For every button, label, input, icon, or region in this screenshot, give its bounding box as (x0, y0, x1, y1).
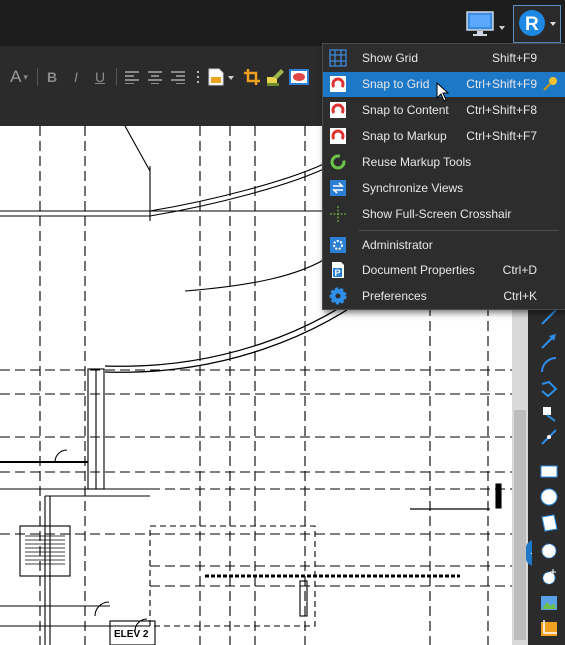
room-label: ELEV 2 (114, 629, 149, 640)
magnet-icon (329, 75, 347, 93)
menu-item-full-screen-crosshair[interactable]: Show Full-Screen Crosshair (323, 202, 565, 227)
polyline-tool[interactable] (538, 378, 560, 400)
image-stamp-button[interactable] (288, 66, 310, 88)
align-right-icon (171, 71, 185, 84)
menu-item-show-grid[interactable]: Show Grid Shift+F9 (323, 46, 565, 71)
arc-tool[interactable] (538, 354, 560, 376)
cloud-tool[interactable] (538, 540, 560, 562)
menu-item-document-properties[interactable]: P Document Properties Ctrl+D (323, 258, 565, 283)
menu-item-preferences[interactable]: Preferences Ctrl+K (323, 284, 565, 309)
crop-icon (244, 69, 260, 85)
menu-separator (359, 230, 559, 231)
dimension-icon (541, 429, 557, 445)
svg-text:R: R (525, 14, 539, 35)
highlighter-button[interactable] (264, 66, 286, 88)
monitor-dropdown-button[interactable] (463, 8, 507, 40)
arrow-icon (541, 334, 556, 349)
vertical-dots-icon (197, 71, 199, 83)
mouse-cursor-icon (436, 82, 450, 102)
pen-icon (543, 407, 556, 422)
cloud-plus-tool[interactable] (538, 566, 560, 588)
magnet-icon (329, 127, 347, 145)
toolbar-divider (37, 68, 38, 86)
menu-item-snap-to-markup[interactable]: Snap to Markup Ctrl+Shift+F7 (323, 124, 565, 149)
rectangle-icon (540, 465, 558, 478)
gear-icon (329, 287, 347, 305)
align-center-icon (148, 71, 162, 84)
document-properties-icon: P (329, 261, 347, 279)
menu-item-synchronize-views[interactable]: Synchronize Views (323, 176, 565, 201)
scrollbar-thumb[interactable] (514, 410, 526, 640)
grid-icon (329, 49, 347, 67)
svg-text:P: P (335, 268, 341, 278)
pin-icon[interactable] (541, 75, 559, 96)
menu-item-administrator[interactable]: Administrator (323, 233, 565, 258)
magnet-icon (329, 101, 347, 119)
page-icon (208, 68, 234, 86)
align-left-icon (125, 71, 139, 84)
line-icon (541, 309, 557, 325)
ellipse-tool[interactable] (538, 486, 560, 508)
cloud-icon (541, 543, 557, 559)
underline-button[interactable]: U (90, 66, 110, 88)
crop-button[interactable] (242, 66, 262, 88)
cloud-plus-icon (542, 569, 556, 585)
menu-item-reuse-markup-tools[interactable]: Reuse Markup Tools (323, 150, 565, 175)
more-options-button[interactable] (194, 66, 202, 88)
stamp-icon (289, 69, 309, 85)
page-properties-button[interactable] (205, 66, 237, 88)
crop-image-tool[interactable] (538, 618, 560, 640)
align-right-button[interactable] (168, 66, 188, 88)
arc-icon (541, 357, 557, 373)
ellipse-icon (540, 488, 558, 506)
markup-tool-strip (532, 300, 565, 645)
title-bar: R (0, 0, 565, 46)
dimension-tool[interactable] (538, 426, 560, 448)
polygon-tool[interactable] (538, 512, 560, 534)
image-icon (541, 596, 557, 610)
polygon-icon (541, 514, 558, 532)
crosshair-icon (329, 205, 347, 223)
arrow-tool[interactable] (538, 330, 560, 352)
pen-tool[interactable] (538, 402, 560, 424)
polyline-icon (541, 380, 558, 398)
image-crop-icon (541, 620, 557, 636)
admin-icon (329, 236, 347, 254)
monitor-icon (466, 11, 505, 36)
image-tool[interactable] (538, 592, 560, 614)
revu-menu-button[interactable]: R (513, 5, 561, 43)
rectangle-tool[interactable] (538, 460, 560, 482)
align-center-button[interactable] (145, 66, 165, 88)
highlighter-icon (267, 69, 284, 86)
italic-button[interactable]: I (66, 66, 86, 88)
align-left-button[interactable] (122, 66, 142, 88)
revu-logo-icon: R (519, 10, 556, 36)
toolbar-divider (116, 68, 117, 86)
font-color-button[interactable]: A ▾ (6, 66, 32, 88)
sync-icon (329, 179, 347, 197)
bold-button[interactable]: B (42, 66, 62, 88)
recycle-icon (329, 153, 347, 171)
